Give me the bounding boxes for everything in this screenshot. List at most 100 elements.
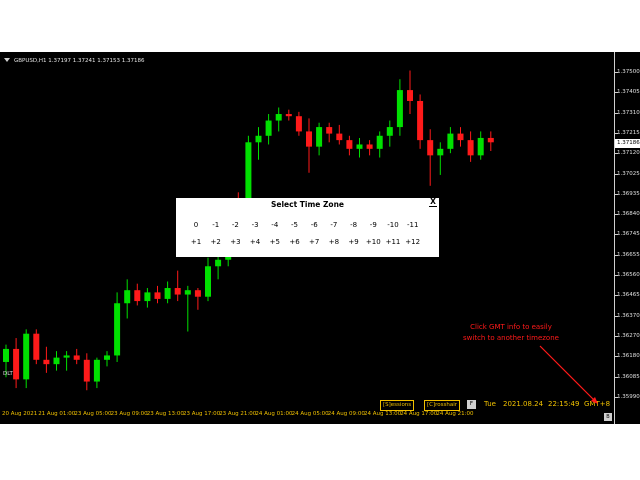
timezone-row-negative: 0 -1 -2 -3 -4 -5 -6 -7 -8 -9 -10 -11 bbox=[176, 221, 439, 233]
candle bbox=[407, 70, 413, 115]
price-label: 1.36560 bbox=[617, 272, 640, 278]
timezone-row-positive: +1 +2 +3 +4 +5 +6 +7 +8 +9 +10 +11 +12 bbox=[176, 238, 439, 250]
candle bbox=[93, 357, 100, 389]
candle-body-bull bbox=[184, 290, 191, 295]
time-label: 24 Aug 13:00 bbox=[364, 411, 402, 417]
candle bbox=[13, 338, 20, 389]
time-label: 20 Aug 2021 bbox=[2, 411, 38, 417]
timezone-option[interactable]: 0 bbox=[186, 221, 206, 229]
candle-body-bear bbox=[295, 116, 302, 132]
candle-body-bull bbox=[265, 120, 272, 136]
candle-body-bear bbox=[194, 290, 201, 297]
candle-body-bull bbox=[215, 259, 222, 267]
time-label: 24 Aug 09:00 bbox=[327, 411, 365, 417]
candle-body-bear bbox=[73, 355, 80, 360]
candle bbox=[427, 129, 434, 186]
timezone-option[interactable]: +1 bbox=[186, 238, 206, 246]
candle bbox=[53, 351, 60, 371]
candle-body-bear bbox=[134, 290, 141, 302]
date-label: 2021.08.24 bbox=[503, 400, 544, 408]
symbol-dropdown-icon[interactable] bbox=[4, 58, 10, 62]
price-label: 1.37500 bbox=[617, 69, 640, 75]
candle bbox=[356, 137, 363, 158]
timezone-option[interactable]: -11 bbox=[403, 221, 423, 229]
candle bbox=[73, 348, 80, 365]
candle bbox=[23, 329, 30, 389]
candle-body-bull bbox=[114, 303, 121, 356]
timezone-option[interactable]: +12 bbox=[403, 238, 423, 246]
candle-body-bear bbox=[174, 288, 181, 295]
candle bbox=[376, 131, 383, 158]
sessions-hotkey: [S] bbox=[383, 402, 391, 408]
candle bbox=[275, 107, 282, 132]
candle bbox=[396, 79, 403, 136]
price-axis: 1.37500 1.37405 1.37310 1.37215 1.37120 1.370… bbox=[614, 52, 640, 424]
candle bbox=[134, 283, 141, 306]
timezone-option[interactable]: +2 bbox=[206, 238, 226, 246]
candle-body-bear bbox=[336, 133, 343, 141]
candle-body-bear bbox=[154, 292, 161, 299]
candle-body-bear bbox=[306, 131, 312, 147]
candle bbox=[417, 94, 424, 149]
symbol-title: GBPUSD,H1 1.37197 1.37241 1.37153 1.3718… bbox=[14, 58, 145, 64]
price-label: 1.36370 bbox=[617, 312, 640, 319]
candle-body-bear bbox=[457, 133, 464, 141]
candle bbox=[457, 127, 464, 147]
candle bbox=[326, 122, 333, 143]
candle bbox=[366, 140, 373, 156]
annotation-line-2: switch to another timezone bbox=[463, 334, 559, 342]
price-label: 1.36655 bbox=[617, 251, 640, 258]
candle-body-bull bbox=[93, 359, 100, 382]
time-label: 24 Aug 17:00 bbox=[400, 411, 438, 417]
gmt-button[interactable]: GMT+8 bbox=[584, 400, 610, 409]
candle-body-bear bbox=[285, 114, 292, 117]
time-axis: 20 Aug 2021 21 Aug 01:00 23 Aug 05:00 23 Au… bbox=[0, 408, 614, 424]
candle-body-bear bbox=[13, 348, 20, 380]
candle bbox=[184, 285, 191, 332]
price-label: 1.37405 bbox=[617, 89, 640, 96]
timezone-option[interactable]: -2 bbox=[225, 221, 245, 229]
timezone-option[interactable]: -10 bbox=[383, 221, 403, 229]
candle bbox=[104, 351, 110, 367]
timezone-option[interactable]: -7 bbox=[324, 221, 344, 229]
corner-button[interactable]: B bbox=[604, 413, 612, 421]
candle bbox=[174, 270, 181, 302]
close-icon[interactable]: X bbox=[429, 198, 437, 207]
timezone-option[interactable]: +11 bbox=[383, 238, 403, 246]
timezone-option[interactable]: +10 bbox=[363, 238, 383, 246]
candle bbox=[285, 109, 292, 121]
timezone-option[interactable]: +4 bbox=[245, 238, 265, 246]
candle bbox=[316, 122, 323, 156]
candle bbox=[477, 131, 484, 160]
crosshair-button[interactable]: [C]rosshair bbox=[424, 400, 461, 411]
price-label: 1.36745 bbox=[617, 231, 640, 238]
timezone-option[interactable]: -3 bbox=[245, 221, 265, 229]
timezone-option[interactable]: -1 bbox=[206, 221, 226, 229]
timezone-option[interactable]: +3 bbox=[225, 238, 245, 246]
timezone-option[interactable]: -8 bbox=[344, 221, 364, 229]
sessions-button[interactable]: [S]essions bbox=[380, 400, 415, 411]
price-label: 1.36085 bbox=[617, 373, 640, 380]
time-label: 23 Aug 09:00 bbox=[110, 411, 148, 417]
timezone-option[interactable]: -4 bbox=[265, 221, 285, 229]
current-price-label: 1.37186 bbox=[615, 139, 640, 149]
candle bbox=[124, 279, 131, 319]
time-label: 23 Aug 13:00 bbox=[146, 411, 184, 417]
candle bbox=[144, 288, 151, 308]
timezone-option[interactable]: +7 bbox=[304, 238, 324, 246]
f-button[interactable]: F bbox=[467, 400, 476, 409]
timezone-option[interactable]: +9 bbox=[344, 238, 364, 246]
timezone-option[interactable]: +5 bbox=[265, 238, 285, 246]
candle bbox=[295, 111, 302, 136]
timezone-option[interactable]: -9 bbox=[363, 221, 383, 229]
timezone-option[interactable]: -6 bbox=[304, 221, 324, 229]
timezone-option[interactable]: -5 bbox=[285, 221, 305, 229]
timezone-option[interactable]: +6 bbox=[285, 238, 305, 246]
candle-body-bull bbox=[23, 333, 30, 380]
candle bbox=[154, 285, 161, 304]
candle-body-bull bbox=[104, 355, 110, 360]
candle bbox=[114, 292, 121, 362]
price-label: 1.37215 bbox=[617, 129, 640, 136]
timezone-option[interactable]: +8 bbox=[324, 238, 344, 246]
time-label: 24 Aug 21:00 bbox=[436, 411, 474, 417]
